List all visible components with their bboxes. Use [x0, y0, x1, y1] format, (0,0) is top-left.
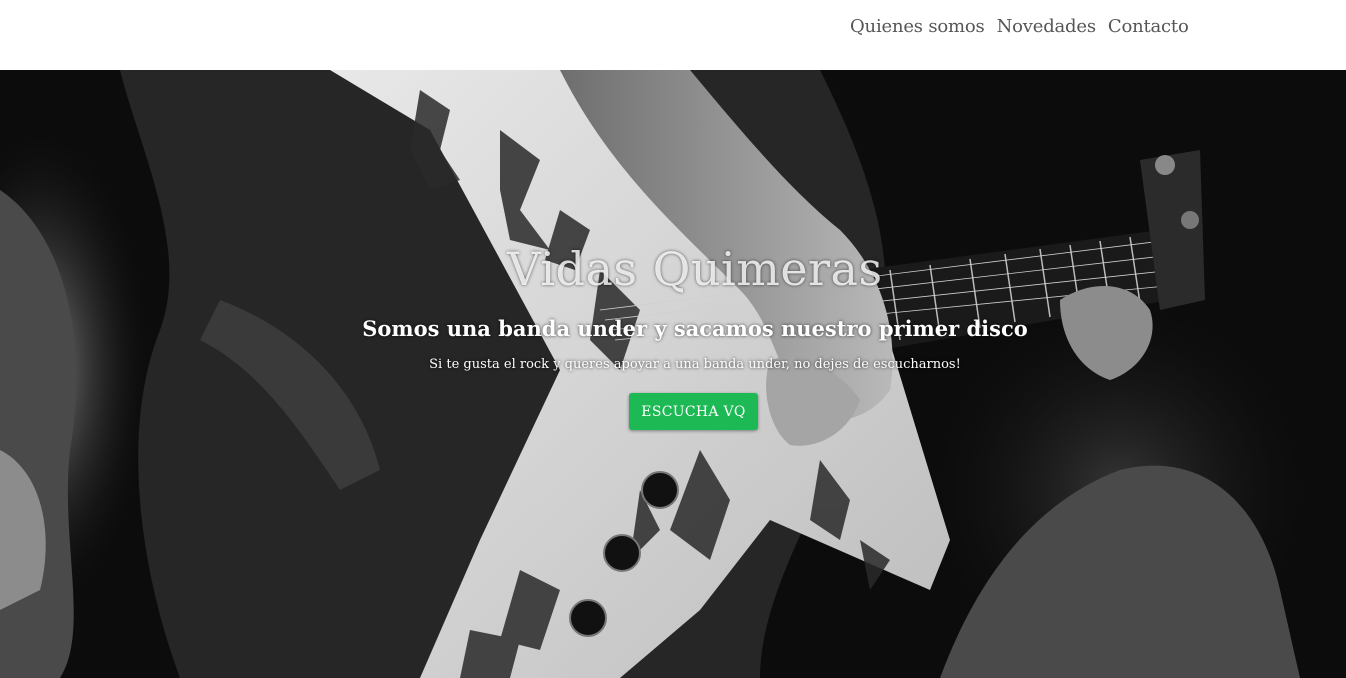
escucha-vq-button[interactable]: ESCUCHA VQ [629, 393, 758, 430]
nav-link-quienes-somos[interactable]: Quienes somos [850, 14, 985, 39]
main-nav: Quienes somos Novedades Contacto [850, 14, 1189, 39]
hero-subtitle: Somos una banda under y sacamos nuestro … [362, 316, 1028, 341]
hero-title: Vidas Quimeras [507, 242, 883, 296]
hero-description: Si te gusta el rock y queres apoyar a un… [429, 357, 961, 372]
nav-link-contacto[interactable]: Contacto [1108, 14, 1189, 39]
hero-background-image [0, 70, 1346, 678]
nav-link-novedades[interactable]: Novedades [997, 14, 1096, 39]
site-header: Quienes somos Novedades Contacto [0, 0, 1346, 70]
hero-section: Vidas Quimeras Somos una banda under y s… [0, 70, 1346, 678]
